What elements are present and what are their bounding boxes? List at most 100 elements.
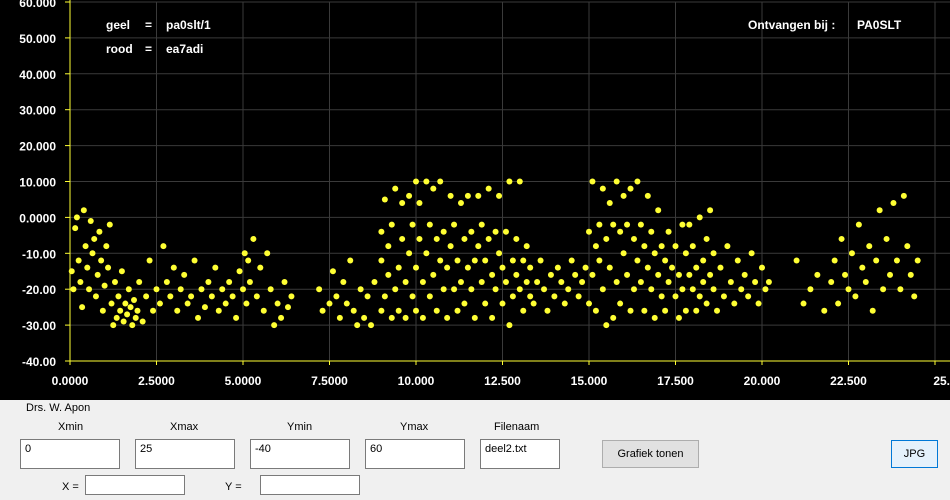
data-point-0-104 (378, 228, 385, 235)
data-point-0-200 (558, 279, 565, 286)
y-tick-label-0: -40.00 (22, 355, 56, 369)
data-point-0-49 (170, 264, 177, 271)
data-point-0-10 (86, 286, 93, 293)
data-point-0-217 (599, 286, 606, 293)
data-point-0-112 (392, 185, 399, 192)
xmin-input[interactable]: 0 (20, 439, 120, 469)
data-point-0-50 (174, 307, 181, 314)
data-point-0-178 (506, 178, 513, 185)
data-point-0-173 (496, 192, 503, 199)
data-point-0-115 (399, 235, 406, 242)
data-point-0-128 (419, 279, 426, 286)
data-point-0-281 (714, 307, 721, 314)
data-point-0-4 (75, 257, 82, 264)
data-point-0-277 (707, 271, 714, 278)
data-point-0-54 (188, 293, 195, 300)
y-tick-label-8: 40.000 (19, 68, 56, 82)
data-point-0-185 (516, 286, 523, 293)
y-coordinate-label: Y = (225, 481, 242, 493)
data-point-0-91 (336, 314, 343, 321)
data-point-0-254 (665, 279, 672, 286)
y-tick-label-1: -30.00 (22, 319, 56, 333)
data-point-0-20 (103, 243, 110, 250)
data-point-0-168 (489, 271, 496, 278)
jpg-button[interactable]: JPG (891, 440, 938, 468)
data-point-0-300 (814, 271, 821, 278)
data-point-0-166 (485, 235, 492, 242)
data-point-0-147 (451, 221, 458, 228)
data-point-0-255 (665, 228, 672, 235)
data-point-0-289 (741, 271, 748, 278)
ymax-input[interactable]: 60 (365, 439, 465, 469)
data-point-0-295 (762, 286, 769, 293)
data-point-0-39 (136, 279, 143, 286)
xmax-input[interactable]: 25 (135, 439, 235, 469)
scatter-chart: -40.00 -30.00 -20.00 -10.00 0.0000 10.000 20.0… (19, 0, 950, 388)
legend-series2-station: ea7adi (166, 42, 204, 56)
data-point-0-27 (115, 293, 122, 300)
data-point-0-96 (354, 322, 361, 329)
data-point-0-218 (603, 235, 610, 242)
data-point-0-258 (672, 243, 679, 250)
data-point-0-190 (527, 293, 534, 300)
data-point-0-299 (807, 286, 814, 293)
data-point-0-125 (413, 307, 419, 314)
data-point-0-167 (485, 185, 492, 192)
data-point-0-316 (876, 207, 883, 214)
data-point-0-80 (271, 322, 278, 329)
data-point-0-92 (340, 279, 347, 286)
x-tick-label-0: 0.0000 (52, 374, 89, 388)
data-point-0-88 (326, 300, 333, 307)
data-point-0-302 (828, 279, 835, 286)
data-point-0-196 (544, 307, 551, 314)
data-point-0-290 (745, 293, 752, 300)
data-point-0-193 (534, 279, 541, 286)
xmin-label: Xmin (58, 421, 84, 433)
legend-series1-equals: = (145, 18, 153, 32)
data-point-0-71 (243, 300, 250, 307)
data-point-0-307 (845, 286, 852, 293)
x-tick-label-8: 20.000 (744, 374, 781, 388)
y-coordinate-input[interactable] (260, 475, 360, 495)
data-point-0-35 (129, 322, 136, 329)
data-point-0-121 (409, 293, 416, 300)
data-point-0-235 (630, 286, 637, 293)
data-point-0-44 (153, 286, 160, 293)
filename-input[interactable]: deel2.txt (480, 439, 560, 469)
data-point-0-40 (139, 318, 146, 325)
plot-area[interactable]: -40.00 -30.00 -20.00 -10.00 0.0000 10.000 20.0… (0, 0, 950, 400)
data-point-0-32 (124, 311, 131, 318)
data-point-0-82 (278, 314, 285, 321)
data-point-0-63 (219, 286, 226, 293)
x-tick-label-10: 25. (933, 374, 950, 388)
data-point-0-29 (118, 268, 125, 275)
show-graph-button[interactable]: Grafiek tonen (602, 440, 699, 468)
data-point-0-132 (426, 293, 433, 300)
data-point-0-227 (617, 300, 624, 307)
legend-series1-station: pa0slt/1 (166, 18, 211, 32)
data-point-0-181 (509, 293, 516, 300)
data-point-0-6 (79, 304, 86, 311)
data-point-0-288 (738, 286, 745, 293)
data-point-0-184 (516, 178, 523, 185)
data-point-0-102 (378, 307, 385, 314)
x-tick-label-1: 2.5000 (138, 374, 175, 388)
data-point-0-142 (444, 314, 451, 321)
x-coordinate-input[interactable] (85, 475, 185, 495)
ymin-input[interactable]: -40 (250, 439, 350, 469)
data-point-0-81 (274, 300, 281, 307)
x-tick-label-7: 17.500 (657, 374, 694, 388)
data-point-0-245 (648, 228, 655, 235)
data-point-0-7 (80, 207, 87, 214)
data-point-0-118 (402, 314, 409, 321)
data-point-0-45 (156, 300, 163, 307)
x-coordinate-label: X = (62, 481, 79, 493)
data-point-0-262 (679, 286, 686, 293)
data-point-0-110 (388, 221, 395, 228)
data-point-0-229 (620, 192, 627, 199)
data-point-0-202 (565, 286, 572, 293)
data-point-0-271 (696, 293, 703, 300)
data-point-0-273 (700, 257, 707, 264)
data-point-0-310 (855, 221, 862, 228)
data-point-0-133 (426, 221, 433, 228)
